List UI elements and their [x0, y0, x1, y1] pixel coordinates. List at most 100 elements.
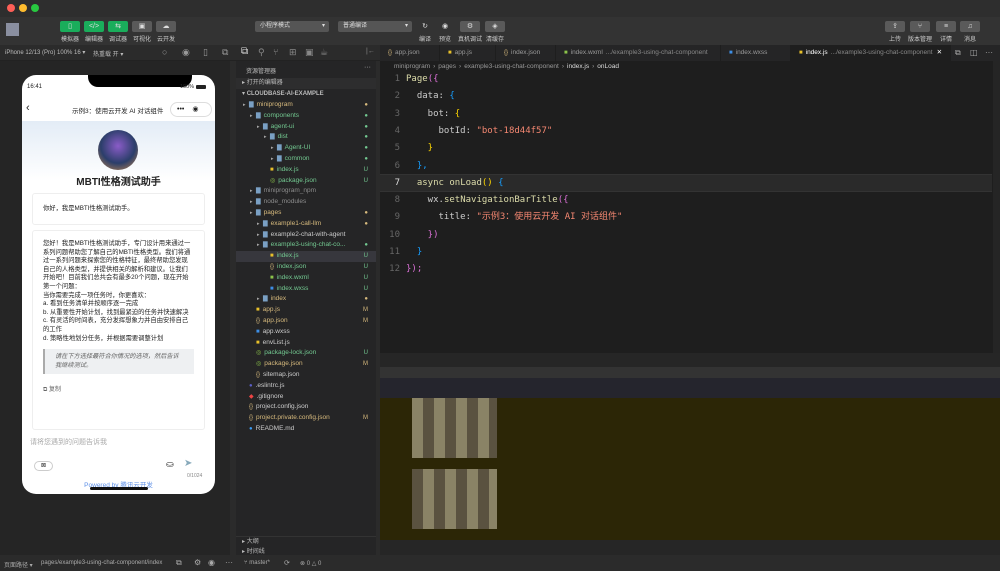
tree-item-.gitignore[interactable]: ◆ .gitignore — [236, 392, 376, 403]
close-window-button[interactable] — [7, 4, 15, 12]
debug-icon[interactable]: ☕ — [320, 47, 328, 58]
tree-item-common[interactable]: ▸ ▇ common ● — [236, 154, 376, 165]
more-icon[interactable]: ··· — [364, 64, 371, 71]
tree-item-index[interactable]: ▸ ▇ index ● — [236, 294, 376, 305]
version-button[interactable]: ⑂ — [910, 21, 930, 32]
tree-item-dist[interactable]: ▸ ▇ dist ● — [236, 132, 376, 143]
tree-item-index.js[interactable]: ■ index.js U — [236, 165, 376, 176]
maximize-window-button[interactable] — [31, 4, 39, 12]
breadcrumb-item[interactable]: pages — [438, 63, 456, 70]
outline-section[interactable]: ▸ 大纲 — [236, 536, 376, 547]
tab-index.wxml[interactable]: ■ index.wxml .../example3-using-chat-compo… — [556, 45, 721, 61]
close-miniprogram-icon[interactable]: ◉ — [192, 106, 198, 113]
tree-item-.eslintrc.js[interactable]: ● .eslintrc.js — [236, 381, 376, 392]
tab-index.wxss[interactable]: ■ index.wxss — [721, 45, 791, 61]
tree-item-pages[interactable]: ▸ ▇ pages ● — [236, 208, 376, 219]
tree-item-project.private.config.json[interactable]: {} project.private.config.json M — [236, 413, 376, 424]
clear-cache-button[interactable]: ◈ — [485, 21, 505, 32]
clear-icon[interactable]: ⛀ — [166, 459, 174, 470]
close-tab-icon[interactable]: ✕ — [937, 49, 942, 56]
explorer-icon[interactable]: ⧉ — [241, 46, 248, 57]
layout-icon[interactable]: ◫ — [970, 48, 978, 57]
capsule-menu[interactable]: ••• ◉ — [170, 102, 212, 117]
tree-item-index.wxss[interactable]: ■ index.wxss U — [236, 284, 376, 295]
phone-icon[interactable]: ▯ — [203, 47, 208, 58]
chat-input[interactable]: 请将您遇到的问题告诉我 — [30, 437, 107, 447]
tab-index.js[interactable]: ■ index.js .../example3-using-chat-compone… — [791, 45, 951, 61]
back-icon[interactable]: ‹ — [26, 102, 30, 114]
tree-item-index.json[interactable]: {} index.json U — [236, 262, 376, 273]
tree-item-package.json[interactable]: ◎ package.json U — [236, 176, 376, 187]
tree-item-index.wxml[interactable]: ■ index.wxml U — [236, 273, 376, 284]
compile-select[interactable]: 普通编译 ▾ — [338, 21, 412, 32]
device-select[interactable]: iPhone 12/13 (Pro) 100% 16 ▾ — [5, 49, 85, 56]
more-icon[interactable]: ··· — [225, 558, 233, 567]
branch-status[interactable]: ⑂ master* — [244, 560, 270, 566]
stop-icon[interactable]: ◉ — [182, 47, 190, 58]
tree-item-app.wxss[interactable]: ■ app.wxss — [236, 327, 376, 338]
minimize-window-button[interactable] — [19, 4, 27, 12]
visual-icon[interactable]: ▣ — [132, 21, 152, 32]
image-icon[interactable]: ▣ — [305, 47, 314, 58]
tree-item-example2-chat-with-agent[interactable]: ▸ ▇ example2-chat-with-agent — [236, 230, 376, 241]
copy-button[interactable]: ⧉ 复制 — [43, 384, 194, 394]
tree-item-miniprogram_npm[interactable]: ▸ ▇ miniprogram_npm — [236, 186, 376, 197]
editor-scrollbar[interactable] — [993, 61, 1000, 353]
search-icon[interactable]: ⚲ — [258, 47, 265, 58]
breadcrumb-item[interactable]: example3-using-chat-component — [464, 63, 559, 70]
tree-item-example3-using-chat-co...[interactable]: ▸ ▇ example3-using-chat-co... ● — [236, 240, 376, 251]
tree-item-Agent-UI[interactable]: ▸ ▇ Agent-UI ● — [236, 143, 376, 154]
tree-item-package-lock.json[interactable]: ◎ package-lock.json U — [236, 348, 376, 359]
avatar[interactable] — [6, 23, 19, 36]
code-editor[interactable]: miniprogram › pages › example3-using-chat-co… — [380, 61, 1000, 353]
tree-item-package.json[interactable]: ◎ package.json M — [236, 359, 376, 370]
detach-icon[interactable]: ⧉ — [222, 47, 228, 58]
open-editors-section[interactable]: ▸ 打开的编辑器 — [236, 78, 376, 89]
breadcrumb-item[interactable]: index.js — [567, 63, 589, 70]
send-icon[interactable]: ➤ — [184, 458, 192, 469]
tab-app.json[interactable]: {} app.json — [380, 45, 440, 61]
sync-icon[interactable]: ⟳ — [284, 559, 290, 567]
tree-item-example1-call-llm[interactable]: ▸ ▇ example1-call-llm ● — [236, 219, 376, 230]
cloud-icon[interactable]: ☁ — [156, 21, 176, 32]
code-icon[interactable]: </> — [84, 21, 104, 32]
tree-item-node_modules[interactable]: ▸ ▇ node_modules — [236, 197, 376, 208]
record-icon[interactable]: ○ — [162, 47, 167, 57]
tab-app.js[interactable]: ■ app.js — [440, 45, 496, 61]
problems-status[interactable]: ⊗ 0 △ 0 — [300, 560, 321, 567]
split-icon[interactable]: |← — [366, 48, 375, 55]
tools-button[interactable]: ⊠ — [34, 461, 53, 471]
preview-button[interactable]: ◉ — [435, 21, 455, 32]
tree-item-project.config.json[interactable]: {} project.config.json — [236, 402, 376, 413]
debug-icon[interactable]: ⇆ — [108, 21, 128, 32]
tree-item-agent-ui[interactable]: ▸ ▇ agent-ui ● — [236, 122, 376, 133]
tree-item-envList.js[interactable]: ■ envList.js — [236, 338, 376, 349]
tree-item-README.md[interactable]: ● README.md — [236, 424, 376, 435]
eye-icon[interactable]: ◉ — [208, 558, 215, 567]
hot-reload-select[interactable]: 热重载 开 ▾ — [93, 49, 123, 58]
scene-icon[interactable]: ⚙ — [194, 558, 201, 567]
tree-item-index.js[interactable]: ■ index.js U — [236, 251, 376, 262]
source-control-icon[interactable]: ⑂ — [273, 47, 278, 57]
tree-item-miniprogram[interactable]: ▸ ▇ miniprogram ● — [236, 100, 376, 111]
mode-select[interactable]: 小程序模式 ▾ — [255, 21, 329, 32]
tree-item-sitemap.json[interactable]: {} sitemap.json — [236, 370, 376, 381]
tree-item-app.json[interactable]: {} app.json M — [236, 316, 376, 327]
extensions-icon[interactable]: ⊞ — [289, 47, 297, 58]
compile-button[interactable]: ↻ — [415, 21, 435, 32]
page-path-select[interactable]: 页面路径 ▾ — [4, 560, 33, 569]
split-editor-icon[interactable]: ⧉ — [955, 48, 961, 58]
more-icon[interactable]: ··· — [985, 48, 993, 57]
tree-item-components[interactable]: ▸ ▇ components ● — [236, 111, 376, 122]
project-section[interactable]: ▾ CLOUDBASE-AI-EXAMPLE — [236, 89, 376, 100]
tree-item-app.js[interactable]: ■ app.js M — [236, 305, 376, 316]
details-button[interactable]: ≡ — [936, 21, 956, 32]
tab-index.json[interactable]: {} index.json — [496, 45, 556, 61]
remote-debug-button[interactable]: ⚙ — [460, 21, 480, 32]
more-icon[interactable]: ••• — [177, 106, 184, 113]
copy-icon[interactable]: ⧉ — [176, 558, 182, 568]
upload-button[interactable]: ⇪ — [885, 21, 905, 32]
breadcrumb-item[interactable]: miniprogram — [394, 63, 430, 70]
messages-button[interactable]: ♫ — [960, 21, 980, 32]
breadcrumb-item[interactable]: onLoad — [597, 63, 619, 70]
